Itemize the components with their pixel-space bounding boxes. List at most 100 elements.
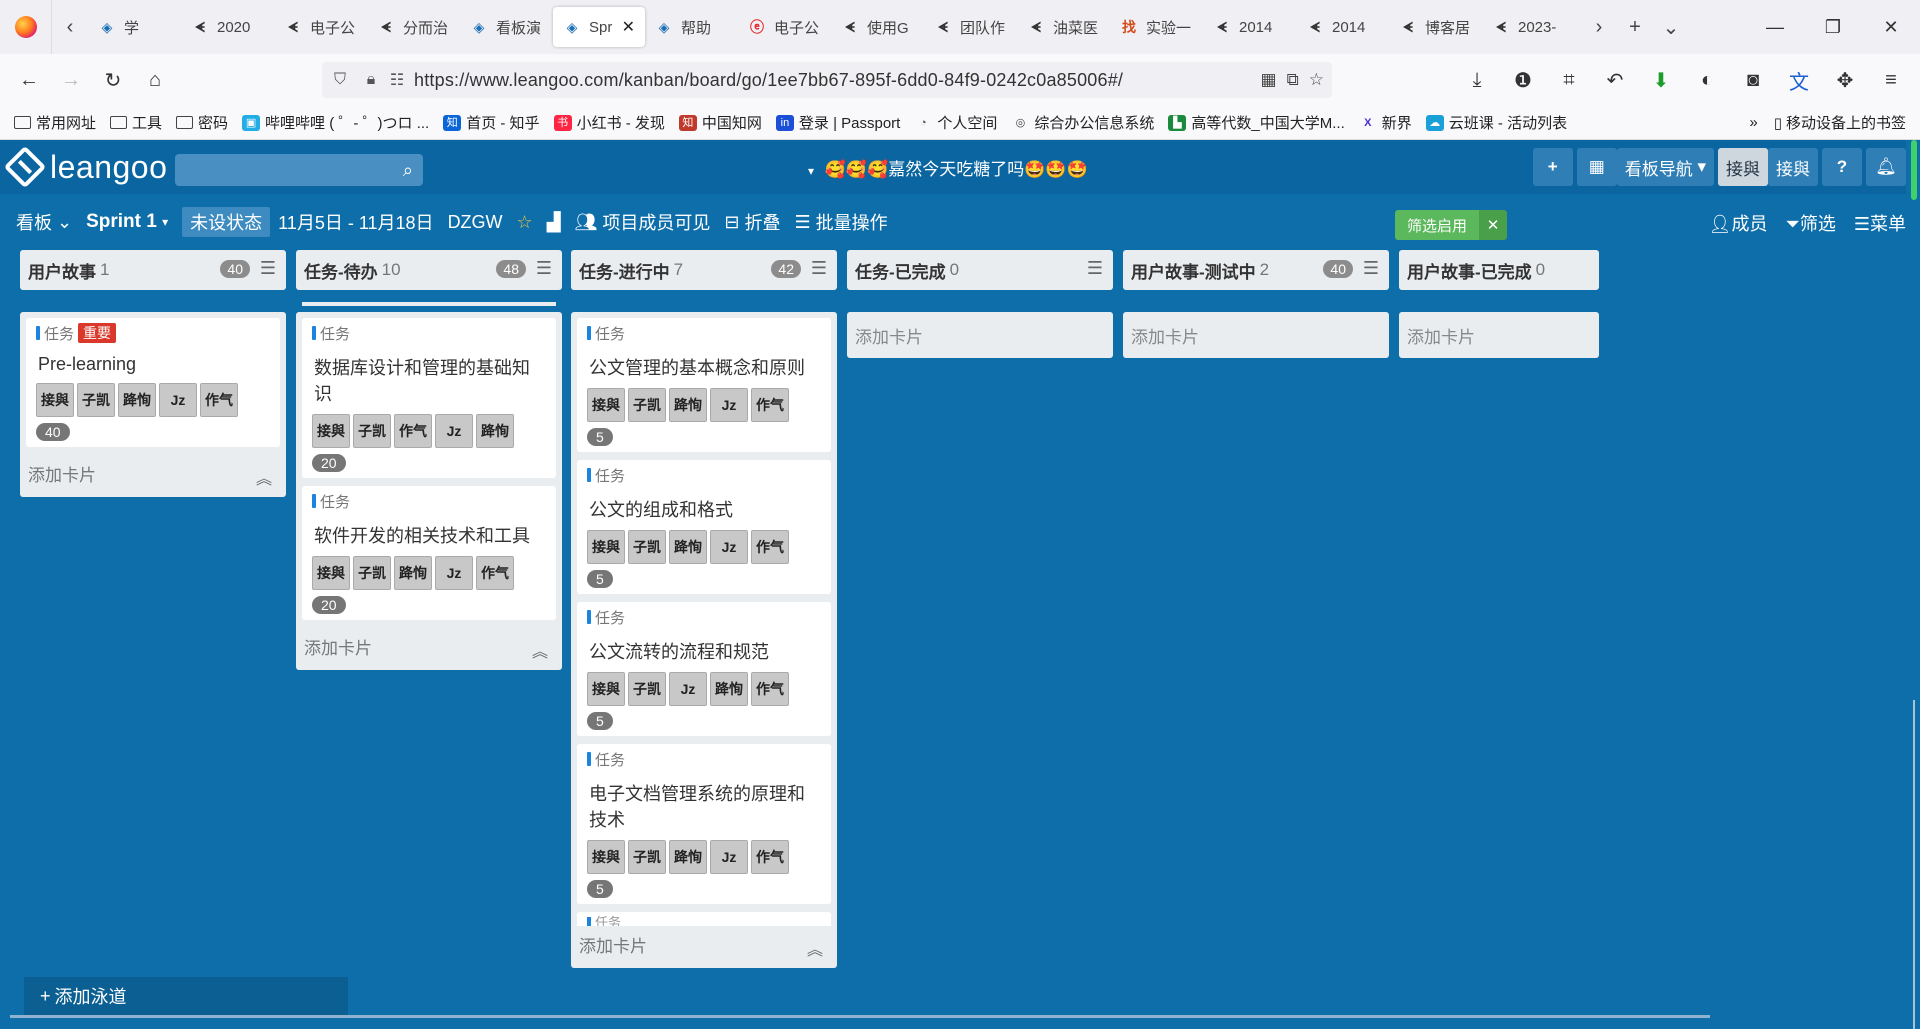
column-header[interactable]: 任务-已完成 0 ☰ <box>847 250 1113 290</box>
bookmark-item[interactable]: 常用网址 <box>14 112 96 133</box>
member-avatar[interactable]: 作气 <box>200 383 238 417</box>
member-avatar[interactable]: 接與 <box>312 414 350 448</box>
help-button[interactable]: ? <box>1822 148 1862 186</box>
card-peek[interactable]: 任务 <box>577 912 831 926</box>
task-card[interactable]: 任务 公文管理的基本概念和原则 接與 子凯 跭恂 Jz 作气 5 <box>577 318 831 452</box>
member-avatar[interactable]: 跭恂 <box>669 840 707 874</box>
browser-tab[interactable]: ᗛ 博客居 <box>1389 7 1482 47</box>
bookmarks-overflow-icon[interactable]: » <box>1749 114 1757 131</box>
sprint-selector[interactable]: Sprint 1 ▾ <box>86 211 168 233</box>
board-search-input[interactable]: ⌕ <box>175 154 423 186</box>
bookmark-item[interactable]: ☁ 云班课 - 活动列表 <box>1425 112 1567 133</box>
grid-icon[interactable]: ▦ <box>1576 148 1617 186</box>
lock-icon[interactable]: 🔒︎ <box>358 71 384 89</box>
member-avatar[interactable]: 作气 <box>394 414 432 448</box>
column-menu-icon[interactable]: ☰ <box>260 258 276 279</box>
member-avatar[interactable]: 接與 <box>587 388 625 422</box>
browser-tab[interactable]: ᗛ 电子公 <box>274 7 367 47</box>
member-avatar[interactable]: 子凯 <box>628 672 666 706</box>
visibility-button[interactable]: 👥︎ 项目成员可见 <box>575 209 711 235</box>
task-card[interactable]: 任务 数据库设计和管理的基础知识 接與 子凯 作气 Jz 跭恂 20 <box>302 318 556 478</box>
add-icon[interactable]: + <box>1532 148 1573 186</box>
bookmark-item[interactable]: ◔ 个人空间 <box>914 112 997 133</box>
browser-tab[interactable]: ᗛ 2023- <box>1482 7 1575 47</box>
member-avatar[interactable]: 子凯 <box>628 840 666 874</box>
browser-tab[interactable]: ◈ 帮助 <box>645 7 738 47</box>
bookmark-item[interactable]: 知首页 - 知乎 <box>443 112 540 133</box>
member-avatar[interactable]: 作气 <box>751 672 789 706</box>
member-avatar[interactable]: 接與 <box>312 556 350 590</box>
column-menu-icon[interactable]: ☰ <box>1087 258 1103 279</box>
member-avatar[interactable]: 作气 <box>476 556 514 590</box>
column-header[interactable]: 用户故事-已完成 0 <box>1399 250 1599 290</box>
members-button[interactable]: 👤︎成员 <box>1709 210 1768 236</box>
board-title[interactable]: ▾ 🥰🥰🥰嘉然今天吃糖了吗🤩🤩🤩 <box>808 155 1088 180</box>
add-card-button[interactable]: 添加卡片 <box>1123 312 1389 358</box>
bookmark-item[interactable]: 书小红书 - 发现 <box>553 112 665 133</box>
column-header[interactable]: 用户故事-测试中 2 40 ☰ <box>1123 250 1389 290</box>
member-avatar[interactable]: Jz <box>159 383 197 417</box>
member-avatar[interactable]: 作气 <box>751 530 789 564</box>
translate-icon[interactable]: ⧉ <box>1287 70 1299 90</box>
task-card[interactable]: 任务 电子文档管理系统的原理和技术 接與 子凯 跭恂 Jz 作气 5 <box>577 744 831 904</box>
member-avatar[interactable]: 跭恂 <box>710 672 748 706</box>
tab-scroll-left-icon[interactable]: ‹ <box>52 9 88 45</box>
member-avatar[interactable]: 跭恂 <box>669 388 707 422</box>
filter-button[interactable]: ⏷筛选 <box>1785 210 1835 236</box>
close-tab-icon[interactable]: ✕ <box>622 17 635 37</box>
bookmark-item[interactable]: 工具 <box>110 112 162 133</box>
bookmark-item[interactable]: X 新界 <box>1359 112 1412 133</box>
fold-button[interactable]: ⊟ 折叠 <box>724 209 780 235</box>
member-avatar[interactable]: 接與 <box>587 530 625 564</box>
batch-button[interactable]: ☰ 批量操作 <box>794 209 887 235</box>
add-card-button[interactable]: 添加卡片 ︽ <box>26 455 280 491</box>
bookmark-item[interactable]: in 登录 | Passport <box>775 112 900 133</box>
horizontal-scrollbar[interactable] <box>0 1015 1920 1029</box>
column-header[interactable]: 用户故事 1 40 ☰ <box>20 250 286 290</box>
browser-tab[interactable]: ᗛ 2014 <box>1296 7 1389 47</box>
add-card-button[interactable]: 添加卡片 <box>847 312 1113 358</box>
tab-scroll-right-icon[interactable]: › <box>1581 9 1617 45</box>
member-avatar[interactable]: 接與 <box>587 840 625 874</box>
member-avatar[interactable]: 作气 <box>751 388 789 422</box>
member-avatar[interactable]: Jz <box>710 840 748 874</box>
member-avatar[interactable]: 跭恂 <box>118 383 156 417</box>
collapse-up-icon[interactable]: ︽ <box>256 465 272 489</box>
collapse-up-icon[interactable]: ︽ <box>807 936 823 960</box>
browser-tab[interactable]: ◈ 看板演 <box>460 7 553 47</box>
filter-on-chip[interactable]: 筛选启用 ✕ <box>1395 210 1508 240</box>
member-avatar[interactable]: 跭恂 <box>476 414 514 448</box>
shield-icon[interactable]: ⛉ <box>322 71 358 89</box>
member-avatar[interactable]: 跭恂 <box>394 556 432 590</box>
add-card-button[interactable]: 添加卡片 <box>1399 312 1599 358</box>
bookmark-item[interactable]: ▣ 哔哩哔哩 ( ゜- ゜)つロ ... <box>242 112 429 133</box>
member-avatar[interactable]: 子凯 <box>353 556 391 590</box>
vertical-scrollbar[interactable] <box>1906 140 1920 1029</box>
home-icon[interactable]: ⌂ <box>136 61 174 99</box>
bookmark-item[interactable]: 密码 <box>176 112 228 133</box>
browser-tab[interactable]: ᗛ 2020 <box>181 7 274 47</box>
download-arrow-icon[interactable]: ⬇ <box>1642 61 1680 99</box>
browser-tab[interactable]: ᗛ 分而治 <box>367 7 460 47</box>
task-card[interactable]: 任务 公文的组成和格式 接與 子凯 跭恂 Jz 作气 5 <box>577 460 831 594</box>
member-avatar[interactable]: Jz <box>435 556 473 590</box>
add-lane-button[interactable]: + 添加泳道 <box>24 977 348 1015</box>
bookmark-item[interactable]: ▙ 高等代数_中国大学M... <box>1168 112 1345 133</box>
browser-tab[interactable]: ⓔ 电子公 <box>738 7 831 47</box>
password-manager-icon[interactable]: ❶ <box>1504 61 1542 99</box>
leangoo-logo[interactable]: leangoo <box>3 145 167 189</box>
minimize-icon[interactable]: — <box>1746 0 1804 54</box>
user-avatar-button[interactable]: 接與 <box>1718 148 1768 186</box>
member-avatar[interactable]: 作气 <box>751 840 789 874</box>
menu-button[interactable]: ☰菜单 <box>1854 210 1906 236</box>
task-card[interactable]: 任务 公文流转的流程和规范 接與 子凯 Jz 跭恂 作气 5 <box>577 602 831 736</box>
add-card-button[interactable]: 添加卡片 ︽ <box>577 926 831 962</box>
browser-tab[interactable]: ◈ 学 <box>88 7 181 47</box>
qr-code-icon[interactable]: ▦ <box>1261 70 1277 90</box>
collapse-up-icon[interactable]: ︽ <box>532 638 548 662</box>
board-nav-button[interactable]: 看板导航 ▾ <box>1616 148 1714 186</box>
member-avatar[interactable]: 子凯 <box>77 383 115 417</box>
app-menu-icon[interactable]: ≡ <box>1872 61 1910 99</box>
star-icon[interactable]: ☆ <box>517 212 533 233</box>
browser-tab[interactable]: 找实验一 <box>1110 7 1203 47</box>
